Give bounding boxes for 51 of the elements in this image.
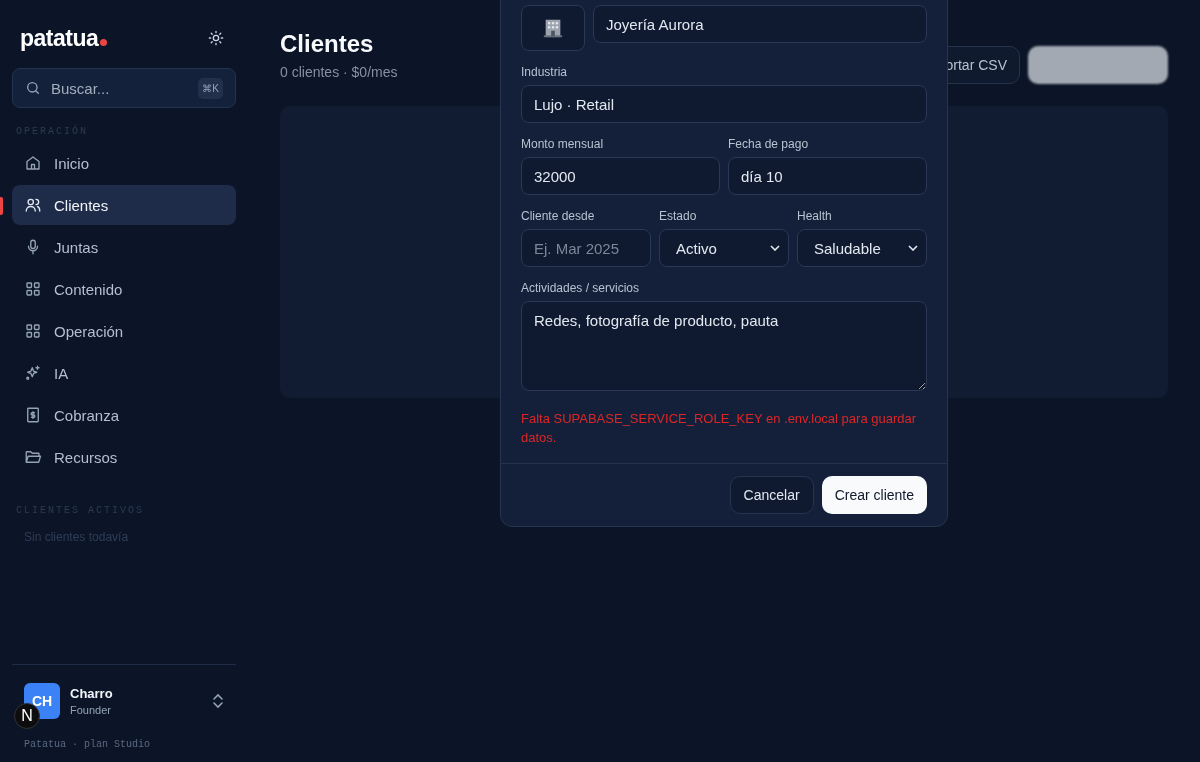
field-label: Cliente desde (521, 209, 596, 223)
nav-item[interactable]: Inicio (12, 143, 236, 183)
chevron-down-icon (908, 245, 918, 251)
field-label: Estado (659, 209, 698, 223)
textarea-field[interactable]: Redes, fotografía de producto, pauta (521, 301, 927, 391)
input-field[interactable]: Ej. Mar 2025 (521, 229, 651, 267)
select-field[interactable]: Saludable (797, 229, 927, 267)
field-label: Monto mensual (521, 137, 605, 151)
logo-dot (100, 38, 108, 46)
user-name: Charro (70, 686, 114, 701)
field-label: Health (797, 209, 833, 223)
nav-item[interactable]: Juntas (12, 227, 236, 267)
input-field[interactable]: día 10 (728, 157, 927, 195)
nav-icon (24, 322, 42, 340)
nav-item[interactable]: Contenido (12, 269, 236, 309)
building-icon (542, 17, 564, 39)
page-subtitle: 0 clientes · $0/mes (280, 64, 398, 80)
nav-item[interactable]: Recursos (12, 437, 236, 477)
nav-icon (24, 280, 42, 298)
theme-toggle-icon[interactable] (208, 30, 224, 46)
input-field[interactable]: 32000 (521, 157, 720, 195)
create-button[interactable]: Crear cliente (821, 476, 927, 514)
select-field[interactable]: Activo (659, 229, 789, 267)
nav-icon (24, 196, 42, 214)
field-label: Industria (521, 65, 569, 79)
page-title: Clientes (280, 30, 375, 58)
icon-picker[interactable] (521, 5, 585, 51)
nav-item[interactable]: Operación (12, 311, 236, 351)
plan-text: Patatua · plan Studio (24, 739, 152, 750)
nav-icon (24, 406, 42, 424)
search-field[interactable]: Buscar... ⌘K (12, 68, 236, 108)
user-role: Founder (70, 704, 112, 716)
nav-item[interactable]: Cobranza (12, 395, 236, 435)
nav-item[interactable]: IA (12, 353, 236, 393)
nav-icon (24, 154, 42, 172)
name-field[interactable]: Joyería Aurora (593, 5, 927, 43)
field-label: Fecha de pago (728, 137, 810, 151)
search-icon (25, 80, 41, 96)
nav-item[interactable]: Clientes (12, 185, 236, 225)
active-marker (0, 197, 3, 215)
chevron-down-icon (770, 245, 780, 251)
cancel-button[interactable]: Cancelar (729, 476, 814, 514)
shortcut-badge: ⌘K (198, 77, 223, 99)
input-field[interactable]: Lujo · Retail (521, 85, 927, 123)
logo: patatua (20, 24, 99, 52)
nav-icon (24, 448, 42, 466)
nav-icon (24, 364, 42, 382)
field-label: Actividades / servicios (521, 281, 641, 295)
error-message: Falta SUPABASE_SERVICE_ROLE_KEY en .env.local para guardar datos. (521, 410, 918, 447)
search-placeholder: Buscar... (51, 79, 111, 97)
chevron-up-down-icon[interactable] (212, 693, 224, 709)
